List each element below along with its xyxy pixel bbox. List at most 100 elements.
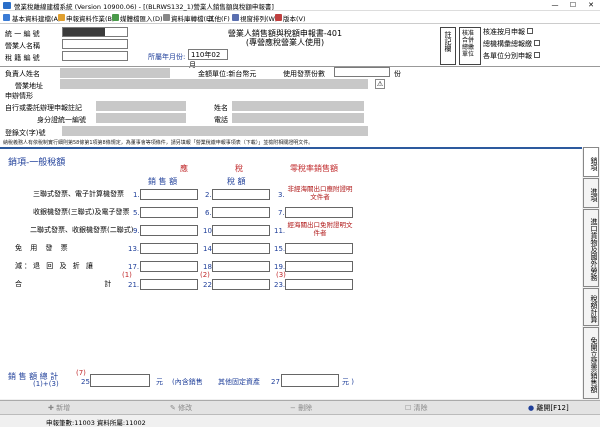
tab-imports[interactable]: 進口貨物及國外勞務: [583, 209, 599, 287]
check-item-separate[interactable]: 各單位分別申報: [483, 51, 583, 63]
zero-num-3: 3.: [278, 191, 285, 199]
exit-icon: ●: [528, 404, 535, 412]
unit-yuan: 元: [156, 378, 163, 386]
form-area: 銷項-一般稅額 應 稅 零稅率銷售額 銷 售 額 稅 額 三聯式發票、電子計算機…: [0, 147, 582, 399]
edit-button[interactable]: ✎ 修改: [170, 403, 192, 413]
name-field[interactable]: [232, 101, 364, 111]
header-panel: 統 一 編 號 營業人名稱 稅 籍 編 號 營業人銷售額與稅額申報書-401 (…: [0, 24, 600, 147]
total-box-25[interactable]: [90, 374, 150, 387]
row-num-21: 21.: [128, 281, 140, 289]
check-item-hq[interactable]: 總機構彙總報繳: [483, 39, 583, 51]
row-num-2: 2.: [205, 191, 212, 199]
sub-1: (1): [122, 271, 132, 279]
status-bar: 申報筆數:11003 資料所屬:11002: [0, 414, 600, 427]
phone-field[interactable]: [232, 113, 364, 123]
check-list: 核准按月申報 總機構彙總報繳 各單位分別申報: [483, 27, 583, 65]
row-label-17: 減：退 回 及 折 讓: [15, 262, 95, 270]
owner-field[interactable]: [60, 68, 170, 78]
add-button[interactable]: ✚ 新增: [48, 403, 70, 413]
menu-other[interactable]: 其他(F): [208, 13, 230, 23]
clear-button[interactable]: ☐ 清除: [405, 403, 428, 413]
row-label-1: 三聯式發票、電子計算機發票: [33, 190, 124, 198]
doc-no-field[interactable]: [62, 126, 368, 136]
menu-version[interactable]: 版本(V): [283, 13, 306, 23]
tax-reg-label: 稅 籍 編 號: [5, 54, 40, 62]
tax-reg-field[interactable]: [62, 51, 128, 61]
address-field[interactable]: [60, 79, 368, 89]
col-tax: 稅: [235, 164, 243, 173]
zero-box-7[interactable]: [285, 207, 353, 218]
name-label: 姓名: [214, 104, 228, 112]
checkbox-separate[interactable]: [534, 52, 541, 58]
sales-box-1[interactable]: [140, 189, 198, 200]
tax-box-10[interactable]: [212, 225, 270, 236]
form-subtitle: (專營應稅營業人使用): [245, 38, 325, 47]
title-bar: 營業稅離線建檔系統 (Version 10900.06) - [(BLRWS13…: [0, 0, 600, 11]
tax-id-label: 統 一 編 號: [5, 30, 40, 38]
tax-box-6[interactable]: [212, 207, 270, 218]
warning-icon[interactable]: ⚠: [375, 79, 385, 89]
id-label: 身分證統一編號: [37, 116, 86, 124]
total-num-25: 25: [81, 378, 90, 386]
delete-button[interactable]: − 刪除: [290, 403, 312, 413]
tab-sales[interactable]: 銷項: [583, 147, 599, 177]
self-filing-label: 自行或委託辦理申報註記: [5, 104, 82, 112]
sales-box-21[interactable]: [140, 279, 198, 290]
invoice-unit: 份: [394, 70, 401, 78]
maximize-button[interactable]: ☐: [564, 0, 582, 11]
register-mark: 註記欄: [444, 31, 452, 52]
total-num-27: 27: [271, 378, 280, 386]
tab-purchases[interactable]: 進項: [583, 178, 599, 208]
tax-box-22[interactable]: [212, 279, 270, 290]
row-num-13: 13.: [128, 245, 140, 253]
menu-window-icon: [232, 14, 239, 21]
tab-exempt[interactable]: 免開立發票銷售額: [583, 327, 599, 399]
register-box: 註記欄: [440, 27, 456, 65]
tax-box-14[interactable]: [212, 243, 270, 254]
sales-box-5[interactable]: [140, 207, 198, 218]
total-box-27[interactable]: [281, 374, 339, 387]
check-item-monthly[interactable]: 核准按月申報: [483, 27, 583, 39]
menu-report-icon: [58, 14, 65, 21]
sub-3: (3): [276, 271, 286, 279]
menu-basic-data[interactable]: 基本資料建檔(A): [12, 13, 61, 23]
menu-import[interactable]: 媒體檔匯入(D): [120, 13, 163, 23]
row-num-9: 9.: [133, 227, 140, 235]
zero-box-19[interactable]: [285, 261, 353, 272]
checkbox-hq[interactable]: [534, 40, 541, 46]
menu-report[interactable]: 申報資料作業(B): [66, 13, 115, 23]
owner-label: 負責人姓名: [5, 70, 40, 78]
zero-num-23: 23.: [274, 281, 286, 289]
menu-window[interactable]: 視窗排列(W): [240, 13, 278, 23]
row-label-5: 收銀機發票(三聯式)及電子發票: [33, 208, 130, 216]
menu-db[interactable]: 資料庫轉檔(E): [171, 13, 213, 23]
menu-version-icon: [275, 14, 282, 21]
check-group-box: 核准合併總繳單位: [459, 27, 481, 65]
sales-box-13[interactable]: [140, 243, 198, 254]
exit-button[interactable]: ● 離開[F12]: [528, 403, 569, 413]
total-formula: (1)+(3): [33, 380, 59, 388]
minimize-button[interactable]: —: [546, 0, 564, 11]
checkbox-monthly[interactable]: [527, 28, 534, 34]
total-sub: (7): [76, 369, 86, 377]
tax-id-field[interactable]: [62, 27, 128, 37]
tax-box-18[interactable]: [212, 261, 270, 272]
close-button[interactable]: ✕: [582, 0, 600, 11]
zero-num-7: 7.: [278, 209, 285, 217]
row-label-9: 二聯式發票、收銀機發票(二聯式): [30, 226, 134, 234]
zero-box-23[interactable]: [285, 279, 353, 290]
col-sales: 銷 售 額: [148, 177, 178, 186]
self-filing-field[interactable]: [96, 101, 186, 111]
zero-box-15[interactable]: [285, 243, 353, 254]
period-field[interactable]: 110年02月: [188, 49, 228, 69]
tax-box-2[interactable]: [212, 189, 270, 200]
sales-box-9[interactable]: [140, 225, 198, 236]
row-num-1: 1.: [133, 191, 140, 199]
row-num-5: 5.: [133, 209, 140, 217]
tab-tax-calc[interactable]: 稅額計算: [583, 288, 599, 326]
status-text: 申報筆數:11003 資料所屬:11002: [46, 419, 146, 427]
sales-box-17[interactable]: [140, 261, 198, 272]
biz-name-field[interactable]: [62, 39, 128, 49]
id-field[interactable]: [96, 113, 186, 123]
invoice-count-field[interactable]: [334, 67, 390, 77]
